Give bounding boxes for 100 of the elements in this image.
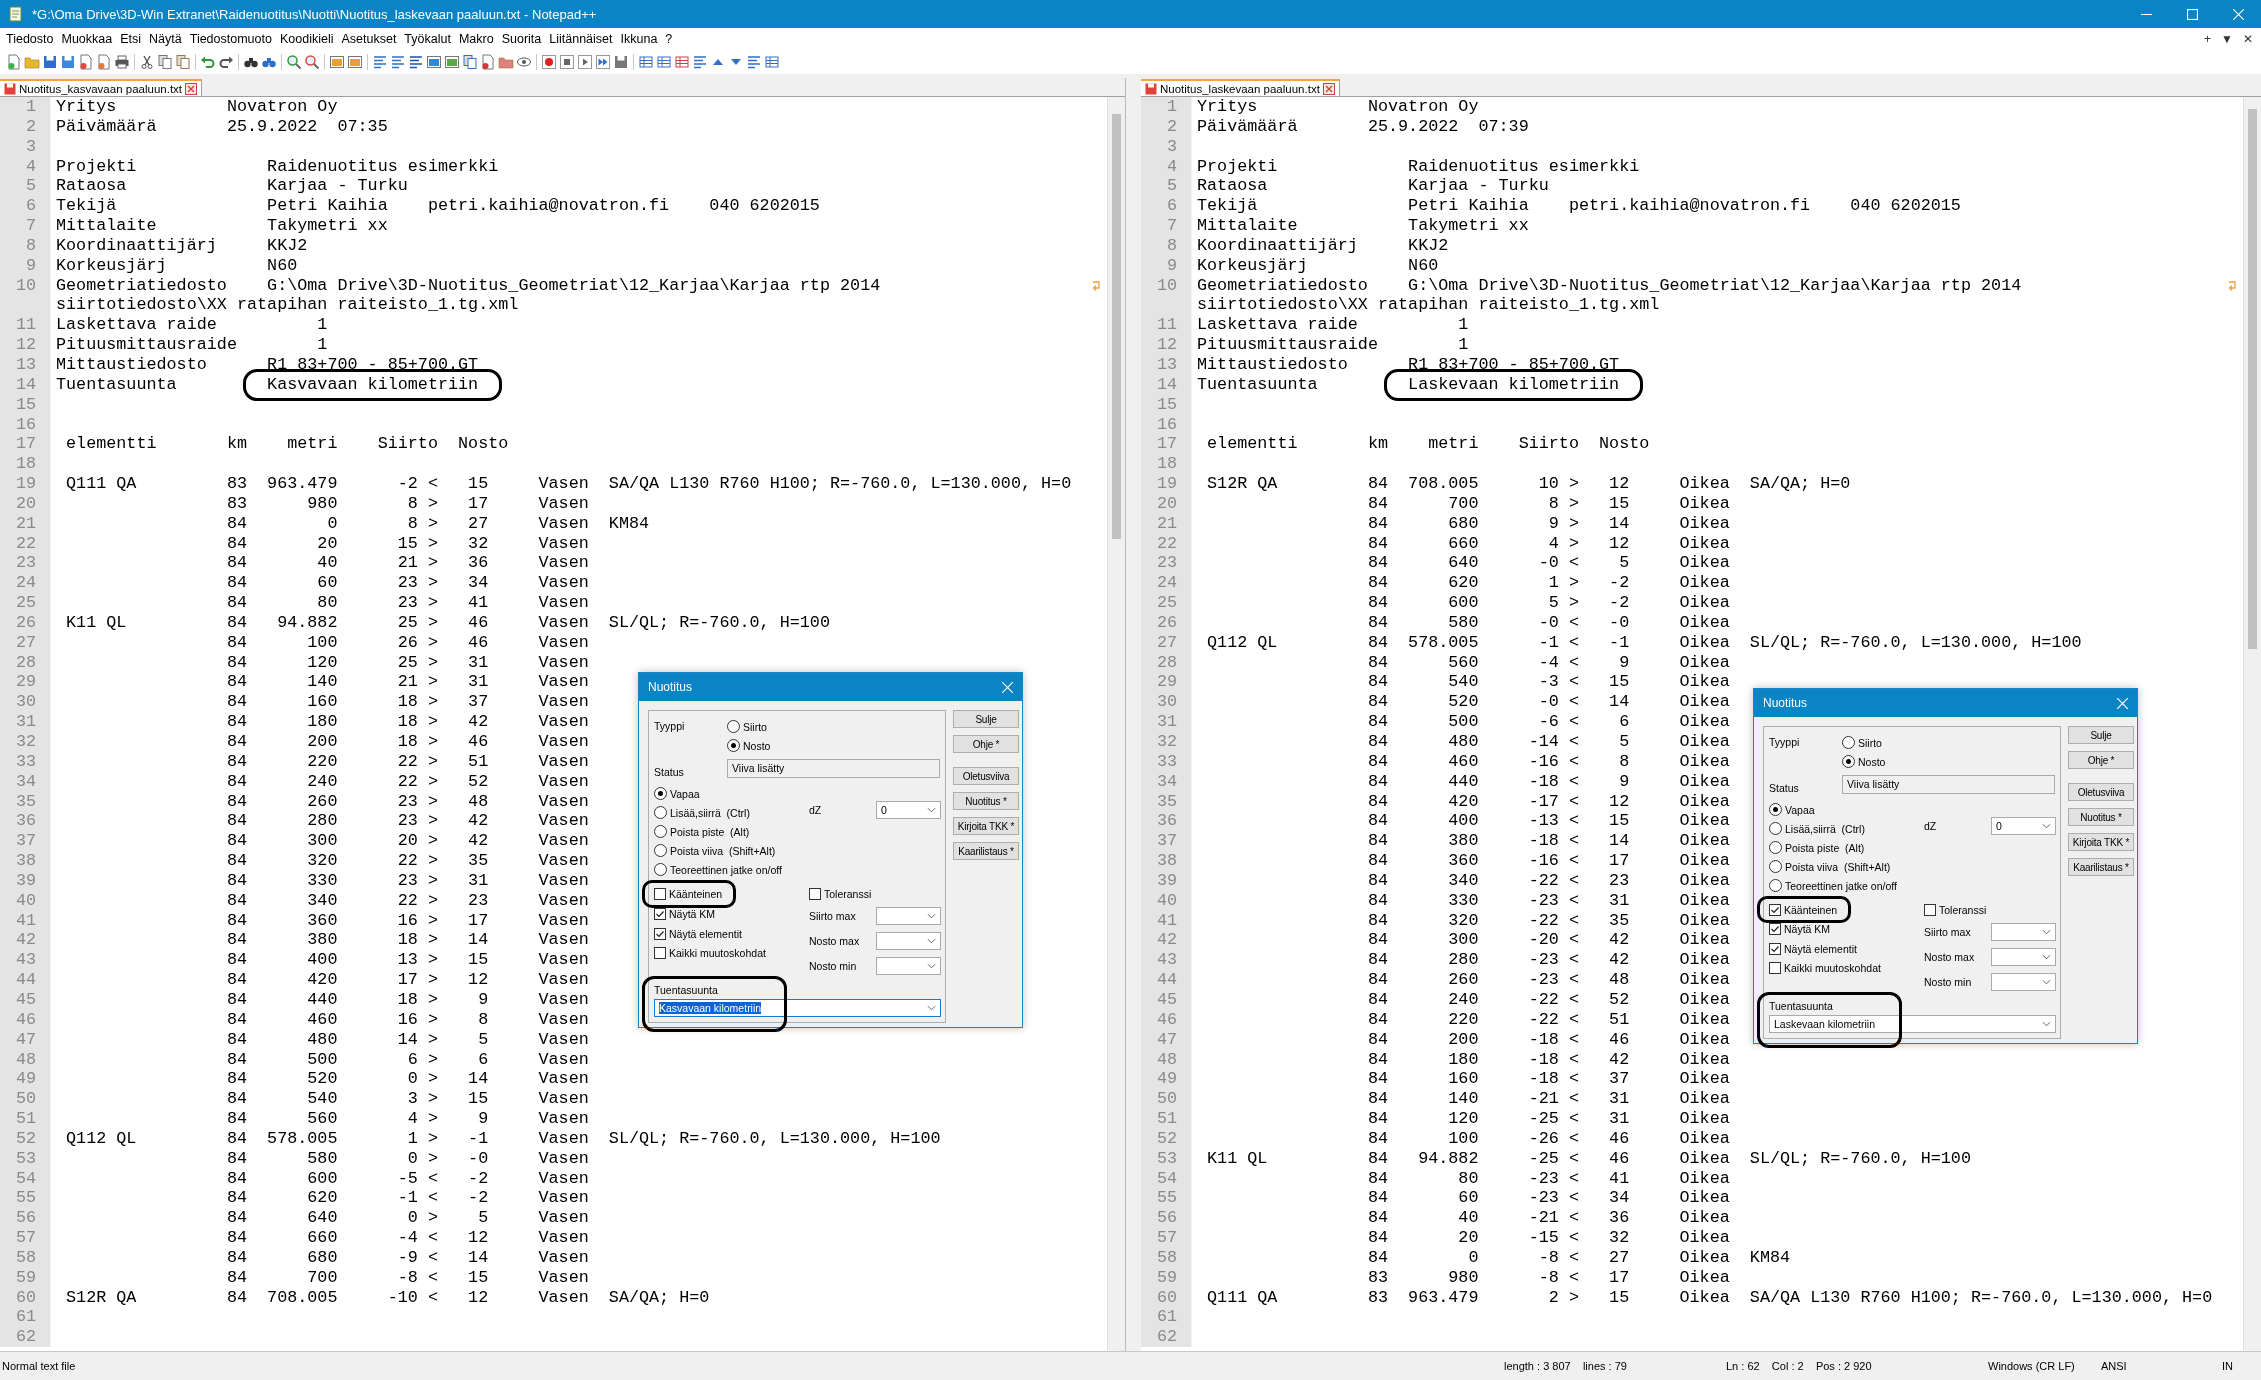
new-file-icon[interactable] xyxy=(6,54,22,70)
menu-item[interactable]: Näytä xyxy=(145,32,186,46)
redo-icon[interactable] xyxy=(218,54,234,70)
cut-icon[interactable] xyxy=(139,54,155,70)
dialog-button[interactable]: Kirjoita TKK * xyxy=(2068,833,2134,851)
scrollbar[interactable] xyxy=(2243,97,2261,1351)
radio-button[interactable]: Nosto xyxy=(1842,755,1886,768)
zoom-in-icon[interactable] xyxy=(286,54,302,70)
expand-icon[interactable] xyxy=(746,54,762,70)
checkbox[interactable]: Toleranssi xyxy=(809,887,872,900)
lines-icon[interactable] xyxy=(408,54,424,70)
dropdown[interactable]: 0 xyxy=(876,801,941,819)
paste-icon[interactable] xyxy=(175,54,191,70)
copy-icon[interactable] xyxy=(157,54,173,70)
save-icon[interactable] xyxy=(42,54,58,70)
menu-item[interactable]: Ikkuna xyxy=(616,32,662,46)
checkbox[interactable]: Kaikki muutoskohdat xyxy=(654,946,766,960)
dropdown[interactable]: 0 xyxy=(1991,817,2056,835)
panel-icon[interactable] xyxy=(426,54,442,70)
scrollbar-thumb[interactable] xyxy=(2248,109,2257,649)
list-icon[interactable] xyxy=(638,54,654,70)
radio-button[interactable]: Nosto xyxy=(727,739,771,752)
dropdown[interactable]: Laskevaan kilometriin xyxy=(1769,1015,2056,1033)
play-icon[interactable] xyxy=(577,54,593,70)
grid-icon[interactable] xyxy=(764,54,780,70)
file-tab[interactable]: Nuotitus_kasvavaan paaluun.txt xyxy=(0,79,203,96)
close-icon[interactable] xyxy=(185,82,198,95)
checkbox[interactable]: Näytä elementit xyxy=(1769,942,1857,955)
dialog-button[interactable]: Nuotitus * xyxy=(2068,808,2134,826)
dropdown[interactable] xyxy=(876,907,941,925)
radio-button[interactable]: Lisää,siirrä (Ctrl) xyxy=(654,806,750,819)
checkbox[interactable]: Näytä elementit xyxy=(654,927,742,940)
menu-item[interactable]: Etsi xyxy=(116,32,146,46)
file-tab[interactable]: Nuotitus_laskevaan paaluun.txt xyxy=(1141,79,1340,96)
menu-item[interactable]: Suorita xyxy=(497,32,546,46)
image-icon[interactable] xyxy=(444,54,460,70)
checkbox[interactable]: Käänteinen xyxy=(654,887,723,900)
dropdown[interactable] xyxy=(1991,973,2056,991)
radio-button[interactable]: Vapaa xyxy=(1769,803,1815,816)
dialog-button[interactable]: Sulje xyxy=(953,710,1019,728)
dialog-button[interactable]: Kaarilistaus * xyxy=(2068,858,2134,876)
dialog-button[interactable]: Oletusviiva xyxy=(953,767,1019,785)
radio-button[interactable]: Teoreettinen jatke on/off xyxy=(654,863,782,876)
document-icon[interactable] xyxy=(480,54,496,70)
radio-button[interactable]: Poista viiva (Shift+Alt) xyxy=(1769,860,1891,873)
eye-icon[interactable] xyxy=(516,54,532,70)
fast-forward-icon[interactable] xyxy=(595,54,611,70)
undo-icon[interactable] xyxy=(200,54,216,70)
print-icon[interactable] xyxy=(114,54,130,70)
window-control[interactable]: ▼ xyxy=(2221,32,2233,46)
radio-button[interactable]: Vapaa xyxy=(654,787,700,800)
menu-item[interactable]: Liitännäiset xyxy=(545,32,617,46)
save-all-icon[interactable] xyxy=(60,54,76,70)
window-control[interactable]: + xyxy=(2204,32,2212,46)
radio-button[interactable]: Teoreettinen jatke on/off xyxy=(1769,879,1897,892)
dialog-button[interactable]: Sulje xyxy=(2068,726,2134,744)
dropdown[interactable] xyxy=(876,932,941,950)
radio-button[interactable]: Poista viiva (Shift+Alt) xyxy=(654,844,776,857)
menu-item[interactable]: Työkalut xyxy=(400,32,455,46)
collapse-icon[interactable] xyxy=(692,54,708,70)
folder-icon[interactable] xyxy=(498,54,514,70)
menu-item[interactable]: Makro xyxy=(454,32,498,46)
lines-icon[interactable] xyxy=(372,54,388,70)
dialog-button[interactable]: Ohje * xyxy=(2068,751,2134,769)
menu-item[interactable]: Asetukset xyxy=(337,32,401,46)
checkbox[interactable]: Kaikki muutoskohdat xyxy=(1769,961,1881,975)
scrollbar-thumb[interactable] xyxy=(1112,114,1121,539)
dialog-button[interactable]: Kirjoita TKK * xyxy=(953,817,1019,835)
radio-button[interactable]: Poista piste (Alt) xyxy=(1769,841,1865,854)
stop-icon[interactable] xyxy=(559,54,575,70)
menu-item[interactable]: ? xyxy=(661,32,677,46)
zoom-out-icon[interactable] xyxy=(304,54,320,70)
pages-icon[interactable] xyxy=(462,54,478,70)
checkbox[interactable]: Käänteinen xyxy=(1769,903,1838,916)
window-control[interactable]: ✕ xyxy=(2243,32,2253,46)
grid-icon[interactable] xyxy=(674,54,690,70)
record-icon[interactable] xyxy=(541,54,557,70)
scrollbar[interactable] xyxy=(1107,97,1125,1351)
dropdown[interactable] xyxy=(876,957,941,975)
menu-item[interactable]: Tiedosto xyxy=(2,32,58,46)
menu-item[interactable]: Tiedostomuoto xyxy=(185,32,276,46)
menu-item[interactable]: Koodikieli xyxy=(275,32,338,46)
grid-icon[interactable] xyxy=(656,54,672,70)
radio-button[interactable]: Siirto xyxy=(1842,736,1882,749)
radio-button[interactable]: Lisää,siirrä (Ctrl) xyxy=(1769,822,1865,835)
radio-button[interactable]: Siirto xyxy=(727,720,767,733)
dialog-button[interactable]: Oletusviiva xyxy=(2068,783,2134,801)
checkbox[interactable]: Toleranssi xyxy=(1924,903,1987,916)
dropdown[interactable]: Kasvavaan kilometriin xyxy=(654,999,941,1017)
lines-icon[interactable] xyxy=(390,54,406,70)
checkbox[interactable]: Näytä KM xyxy=(654,907,716,921)
checkbox[interactable]: Näytä KM xyxy=(1769,922,1831,936)
dropdown[interactable] xyxy=(1991,948,2056,966)
close-icon[interactable] xyxy=(1322,82,1335,95)
menu-item[interactable]: Muokkaa xyxy=(57,32,117,46)
close-file-icon[interactable] xyxy=(78,54,94,70)
dialog-button[interactable]: Ohje * xyxy=(953,735,1019,753)
dropdown[interactable] xyxy=(1991,923,2056,941)
radio-button[interactable]: Poista piste (Alt) xyxy=(654,825,750,838)
save-macro-icon[interactable] xyxy=(613,54,629,70)
